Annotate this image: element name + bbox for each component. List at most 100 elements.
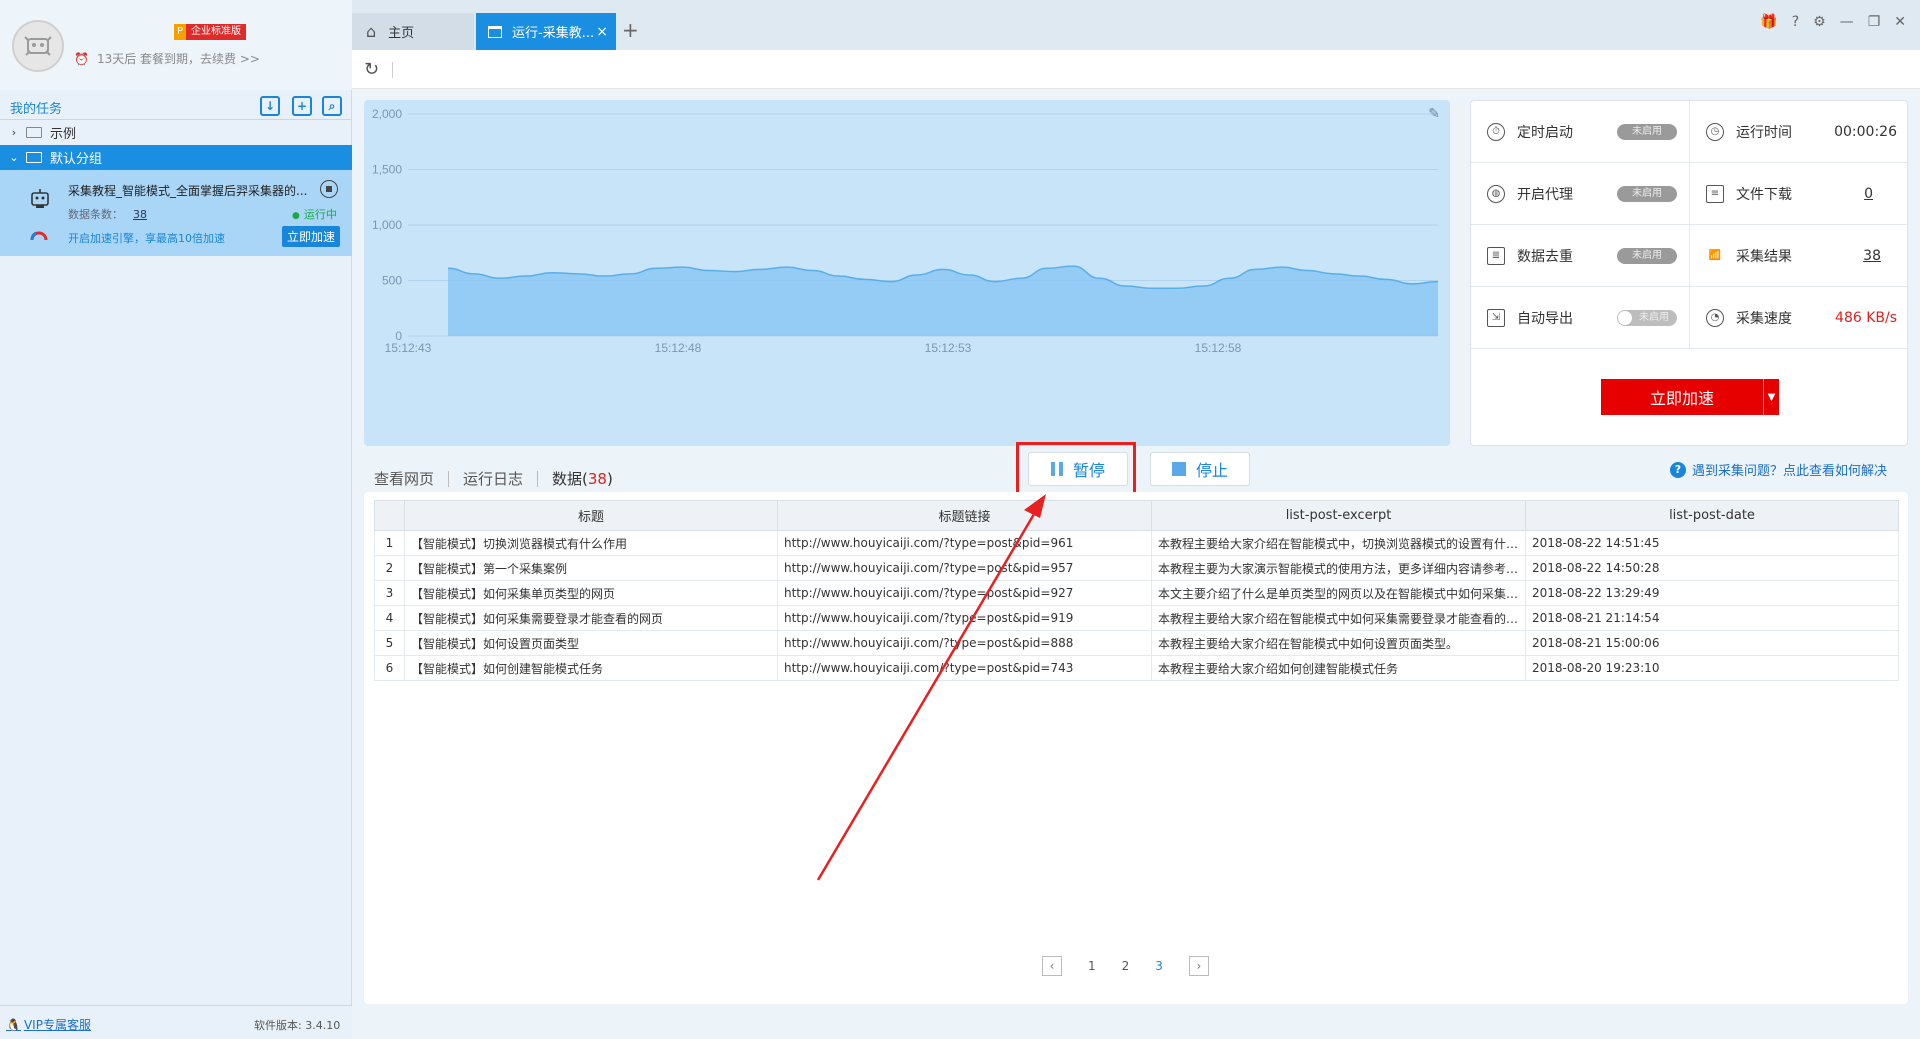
data-tabs: 查看网页 运行日志 数据(38) <box>374 462 613 495</box>
cell-excerpt: 本教程主要为大家演示智能模式的使用方法，更多详细内容请参考智能模式的其他教程。 <box>1151 555 1526 581</box>
cell-excerpt: 本教程主要给大家介绍如何创建智能模式任务 <box>1151 655 1526 681</box>
stat-label: 自动导出 <box>1517 310 1573 327</box>
page-1[interactable]: 1 <box>1088 959 1096 973</box>
edition-prefix: P <box>174 24 187 40</box>
boost-now-button[interactable]: 立即加速 <box>282 226 341 247</box>
settings-icon[interactable]: ⚙ <box>1813 14 1826 30</box>
table-header-row: 标题 标题链接 list-post-excerpt list-post-date <box>374 500 1899 531</box>
col-index <box>374 500 405 531</box>
gift-icon[interactable]: 🎁 <box>1760 14 1777 30</box>
robot-icon <box>31 189 49 208</box>
tab-data[interactable]: 数据(38) <box>552 468 613 495</box>
download-value[interactable]: 0 <box>1864 186 1873 202</box>
boost-hint[interactable]: 开启加速引擎，享最高10倍加速 <box>68 230 225 246</box>
help-icon[interactable]: ? <box>1792 14 1799 30</box>
col-link[interactable]: 标题链接 <box>777 500 1152 531</box>
tab-running-task[interactable]: 运行-采集教... × <box>476 13 616 50</box>
export-icon: ⇲ <box>1487 308 1505 327</box>
help-label: 遇到采集问题？点此查看如何解决 <box>1692 464 1888 479</box>
page-3[interactable]: 3 <box>1155 959 1163 973</box>
stat-label: 文件下载 <box>1736 186 1792 203</box>
speed-chart-svg: 2,0001,5001,000500015:12:43 15:12:48 15:12… <box>372 107 1439 355</box>
table-row[interactable]: 5 【智能模式】如何设置页面类型 http://www.houyicaiji.com… <box>374 630 1899 656</box>
dedup-toggle[interactable]: 未启用 <box>1617 247 1677 264</box>
cell-title: 【智能模式】如何采集需要登录才能查看的网页 <box>404 605 778 631</box>
tab-home-label: 主页 <box>388 26 415 41</box>
new-tab-icon[interactable]: + <box>622 18 639 42</box>
task-status: 运行中 <box>292 206 337 222</box>
software-version: 软件版本: 3.4.10 <box>254 1019 341 1032</box>
file-icon: ≡ <box>1706 184 1724 203</box>
refresh-icon[interactable]: ↻ <box>364 59 379 80</box>
edition-badge: P 企业标准版 <box>174 24 247 40</box>
qq-icon: 🐧 <box>6 1017 21 1032</box>
group-default[interactable]: ⌄ 默认分组 <box>0 145 352 170</box>
dedup-icon: ≣ <box>1487 246 1505 265</box>
add-task-icon[interactable]: + <box>292 96 312 116</box>
task-count-value[interactable]: 38 <box>133 208 147 221</box>
speed-chart: 2,000 1,500 1,000 500 0 15:12:43 15:12:48 15:12… <box>364 100 1450 446</box>
cell-link: http://www.houyicaiji.com/?type=post&pid… <box>777 605 1152 631</box>
page-2[interactable]: 2 <box>1122 959 1130 973</box>
group-label: 默认分组 <box>50 152 103 167</box>
close-icon[interactable]: ✕ <box>1894 14 1906 30</box>
tab-run-log[interactable]: 运行日志 <box>463 468 523 489</box>
expire-notice[interactable]: ⏰ 13天后 套餐到期，去续费 >> <box>74 50 260 67</box>
tab-data-label: 数据( <box>552 470 588 488</box>
task-item[interactable]: 采集教程_智能模式_全面掌握后羿采集器的... 数据条数： 38 运行中 开启加速… <box>0 170 352 256</box>
x-tick-label: 15:12:53 <box>925 341 972 355</box>
prev-page-icon[interactable]: ‹ <box>1042 956 1062 976</box>
stop-task-icon[interactable] <box>320 180 338 198</box>
table-row[interactable]: 2 【智能模式】第一个采集案例 http://www.houyicaiji.com/… <box>374 555 1899 581</box>
boost-label: 立即加速 <box>1649 389 1714 408</box>
folder-icon <box>26 152 42 163</box>
group-example[interactable]: › 示例 <box>0 120 352 145</box>
cell-title: 【智能模式】如何设置页面类型 <box>404 630 778 656</box>
minimize-icon[interactable]: — <box>1840 14 1854 30</box>
tab-data-close: ) <box>606 470 613 488</box>
col-excerpt[interactable]: list-post-excerpt <box>1151 500 1526 531</box>
cell-link: http://www.houyicaiji.com/?type=post&pid… <box>777 655 1152 681</box>
row-index: 4 <box>374 605 405 631</box>
search-task-icon[interactable]: ⌕ <box>322 96 342 116</box>
help-link[interactable]: ? 遇到采集问题？点此查看如何解决 <box>1670 460 1887 479</box>
x-tick-label: 15:12:48 <box>655 341 702 355</box>
schedule-toggle[interactable]: 未启用 <box>1617 123 1677 140</box>
table-row[interactable]: 1 【智能模式】切换浏览器模式有什么作用 http://www.houyicaiji… <box>374 530 1899 556</box>
vip-service-link[interactable]: 🐧 VIP专属客服 <box>6 1016 91 1033</box>
sidebar: P 企业标准版 ⏰ 13天后 套餐到期，去续费 >> 我的任务 ↓ + ⌕ › … <box>0 0 352 1039</box>
tab-home[interactable]: ⌂ 主页 <box>352 13 474 50</box>
table-row[interactable]: 6 【智能模式】如何创建智能模式任务 http://www.houyicaiji.c… <box>374 655 1899 681</box>
export-toggle[interactable]: 未启用 <box>1617 309 1677 326</box>
cell-date: 2018-08-20 19:23:10 <box>1525 655 1899 681</box>
close-tab-icon[interactable]: × <box>596 24 608 40</box>
row-index: 2 <box>374 555 405 581</box>
avatar[interactable] <box>12 20 64 72</box>
cell-link: http://www.houyicaiji.com/?type=post&pid… <box>777 580 1152 606</box>
annotation-highlight-box <box>1016 442 1136 496</box>
folder-icon <box>26 127 42 138</box>
cell-title: 【智能模式】第一个采集案例 <box>404 555 778 581</box>
y-tick-label: 1,000 <box>372 218 402 232</box>
restore-icon[interactable]: ❐ <box>1868 14 1881 30</box>
edit-icon[interactable]: ✎ <box>1428 106 1440 122</box>
boost-button[interactable]: 立即加速 ▼ <box>1601 379 1779 415</box>
table-row[interactable]: 3 【智能模式】如何采集单页类型的网页 http://www.houyicaiji.… <box>374 580 1899 606</box>
stop-button[interactable]: 停止 <box>1150 452 1250 486</box>
col-date[interactable]: list-post-date <box>1525 500 1899 531</box>
tab-view-webpage[interactable]: 查看网页 <box>374 468 434 489</box>
chevron-down-icon[interactable]: ▼ <box>1763 379 1779 415</box>
speed-value: 486 KB/s <box>1835 309 1897 326</box>
row-index: 3 <box>374 580 405 606</box>
col-title[interactable]: 标题 <box>404 500 778 531</box>
proxy-toggle[interactable]: 未启用 <box>1617 185 1677 202</box>
data-table-panel: 标题 标题链接 list-post-excerpt list-post-date… <box>364 492 1908 1004</box>
next-page-icon[interactable]: › <box>1188 956 1209 976</box>
y-tick-label: 1,500 <box>372 163 402 177</box>
cell-title: 【智能模式】切换浏览器模式有什么作用 <box>404 530 778 556</box>
import-icon[interactable]: ↓ <box>260 96 280 116</box>
sidebar-footer: 🐧 VIP专属客服 软件版本: 3.4.10 <box>0 1005 352 1039</box>
table-row[interactable]: 4 【智能模式】如何采集需要登录才能查看的网页 http://www.houyica… <box>374 605 1899 631</box>
results-value[interactable]: 38 <box>1863 248 1881 264</box>
bar-chart-icon: 📶 <box>1708 250 1722 261</box>
